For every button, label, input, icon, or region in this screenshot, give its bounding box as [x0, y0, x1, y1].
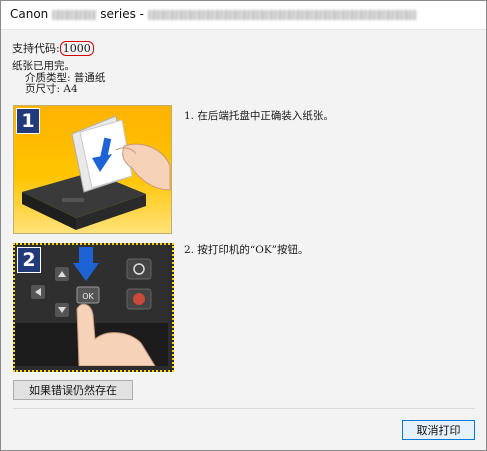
support-code-label: 支持代码: [12, 42, 60, 55]
step1-instruction: 1. 在后端托盘中正确装入纸张。 [184, 110, 334, 122]
title-brand: Canon [10, 7, 49, 21]
title-series: series - [100, 7, 144, 21]
dialog-content: 支持代码: 1000 纸张已用完。 介质类型: 普通纸 页尺寸: A4 1 1.… [1, 30, 486, 450]
window-title: Canon series - [10, 7, 420, 21]
step2-illustration: OK 2 [13, 243, 174, 372]
step1-illustration: 1 [13, 105, 172, 234]
error-dialog-window: Canon series - 支持代码: 1000 纸张已用完。 介质类型: 普通纸… [0, 0, 487, 451]
error-message: 纸张已用完。 介质类型: 普通纸 页尺寸: A4 [12, 60, 105, 96]
paper-out-text: 纸张已用完。 [12, 60, 75, 72]
if-error-persists-button[interactable]: 如果错误仍然存在 [13, 380, 133, 400]
support-code-value: 1000 [59, 41, 94, 56]
panel-ok-key-label: OK [82, 292, 94, 301]
title-redacted-id [147, 9, 416, 20]
cancel-print-button[interactable]: 取消打印 [402, 420, 475, 440]
page-size-text: 页尺寸: A4 [25, 83, 78, 95]
title-redacted-model [52, 9, 97, 20]
step1-number-badge: 1 [16, 108, 40, 134]
step2-instruction: 2. 按打印机的“OK”按钮。 [184, 244, 309, 256]
footer-divider [13, 408, 475, 409]
title-bar[interactable]: Canon series - [1, 1, 486, 30]
step2-number-badge: 2 [17, 247, 41, 273]
support-code-line: 支持代码: 1000 [12, 40, 94, 56]
